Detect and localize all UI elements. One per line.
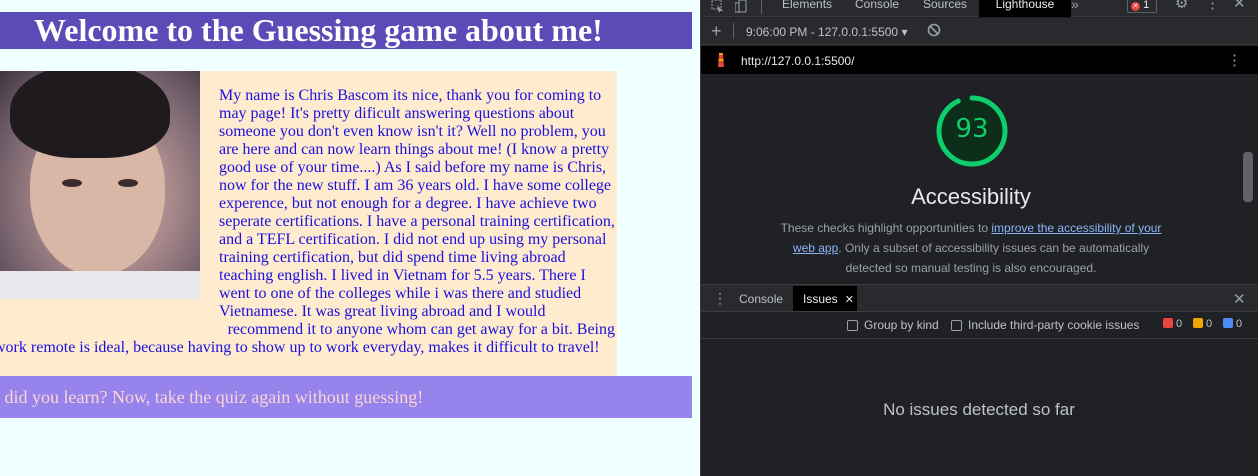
lighthouse-logo-icon [715,53,727,71]
report-selector[interactable]: 9:06:00 PM - 127.0.0.1:5500 ▾ [746,25,907,39]
close-issues-tab-icon[interactable]: ✕ [845,294,854,306]
new-report-plus-icon[interactable]: + [711,21,722,42]
report-url-bar: http://127.0.0.1:5500/ ⋮ [701,46,1258,74]
page-title: Welcome to the Guessing game about me! [0,12,692,49]
close-drawer-icon[interactable]: ✕ [1233,290,1246,308]
error-issue-icon [1163,318,1173,328]
settings-gear-icon[interactable]: ⚙ [1175,0,1188,15]
group-by-kind-checkbox[interactable] [847,320,858,331]
error-count: 1 [1143,0,1150,11]
tab-elements[interactable]: Elements [782,0,832,17]
report-url: http://127.0.0.1:5500/ [741,54,855,68]
drawer-tabbar: ⋮ Console Issues ✕ ✕ [701,284,1258,312]
web-page: Welcome to the Guessing game about me! M… [0,0,700,476]
category-title: Accessibility [911,184,1031,209]
tab-lighthouse[interactable]: Lighthouse [979,0,1071,17]
issues-empty-message: No issues detected so far [883,400,1075,419]
inspect-icon[interactable] [711,0,725,17]
issues-toolbar: Group by kind Include third-party cookie… [701,312,1258,339]
drawer-tab-console[interactable]: Console [739,292,783,306]
drawer-menu-icon[interactable]: ⋮ [713,290,727,307]
lighthouse-toolbar: + 9:06:00 PM - 127.0.0.1:5500 ▾ [701,18,1258,45]
quiz-prompt: hat did you learn? Now, take the quiz ag… [0,376,692,418]
report-scrollbar[interactable] [1243,152,1253,202]
bio-paragraph: My name is Chris Bascom its nice, thank … [219,87,615,320]
device-toggle-icon[interactable] [734,0,749,17]
close-devtools-icon[interactable]: ✕ [1233,0,1246,15]
score-value: 93 [955,114,989,144]
drawer-tab-issues[interactable]: Issues ✕ [793,286,857,311]
error-count-badge[interactable]: ✕ 1 [1127,0,1157,13]
third-party-label: Include third-party cookie issues [968,318,1140,332]
more-menu-icon[interactable]: ⋮ [1205,0,1220,15]
info-issue-icon [1223,318,1233,328]
error-icon: ✕ [1131,2,1140,11]
error-issue-count[interactable]: 0 [1163,318,1182,330]
clear-reports-icon[interactable] [927,23,941,40]
devtools-tabbar: Elements Console Sources Lighthouse » ✕ … [701,0,1258,17]
quiz-prompt-text: hat did you learn? Now, take the quiz ag… [0,387,424,407]
warning-issue-icon [1193,318,1203,328]
info-issue-count[interactable]: 0 [1223,318,1242,330]
tab-console[interactable]: Console [855,0,899,17]
third-party-checkbox[interactable] [951,320,962,331]
devtools-panel: Elements Console Sources Lighthouse » ✕ … [700,0,1258,476]
group-by-kind-label: Group by kind [864,318,939,332]
profile-photo [0,71,200,299]
bio-paragraph-line: recommend it to anyone whom can get away… [227,321,615,338]
category-description: These checks highlight opportunities to … [780,221,1162,275]
report-menu-icon[interactable]: ⋮ [1227,51,1242,69]
lighthouse-report: 93 Accessibility These checks highlight … [701,74,1258,284]
bio-paragraph-line: work remote is ideal, because having to … [0,339,600,356]
tab-sources[interactable]: Sources [923,0,967,17]
warning-issue-count[interactable]: 0 [1193,318,1212,330]
more-tabs-icon[interactable]: » [1071,0,1079,17]
